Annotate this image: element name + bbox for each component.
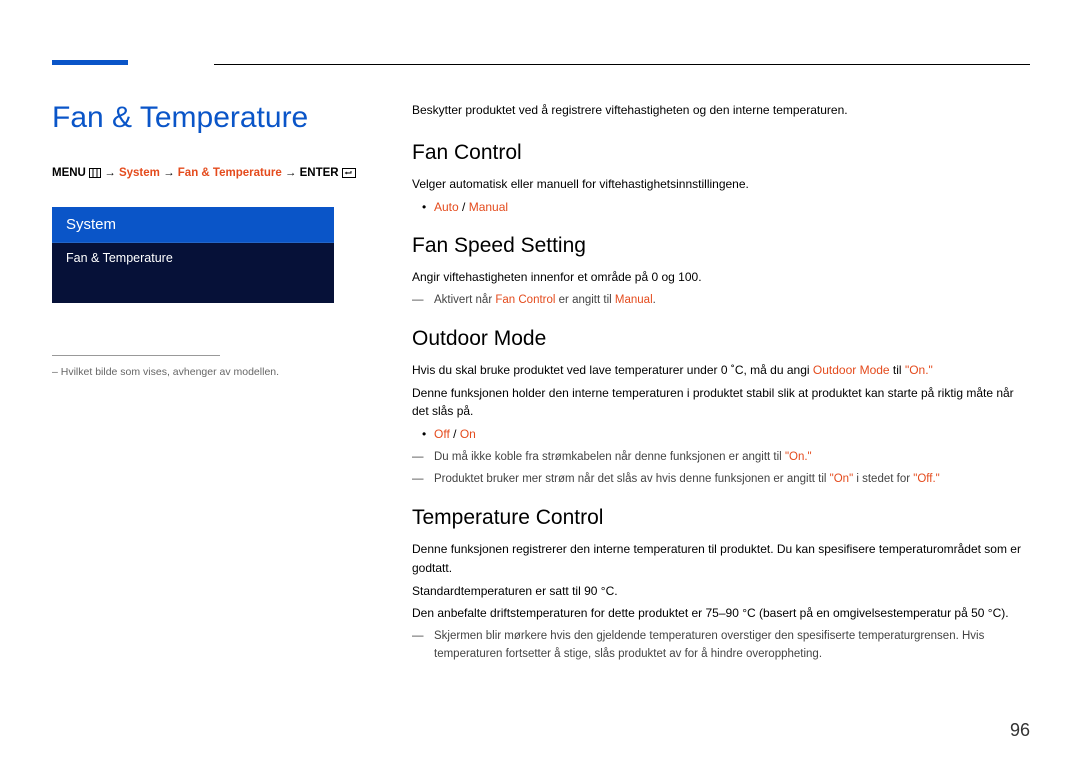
breadcrumb-suffix: ENTER [300, 167, 339, 179]
fan-speed-section: Fan Speed Setting Angir viftehastigheten… [412, 234, 1030, 309]
section-desc: Velger automatisk eller manuell for vift… [412, 175, 1030, 194]
breadcrumb-prefix: MENU [52, 167, 86, 179]
outdoor-mode-section: Outdoor Mode Hvis du skal bruke produkte… [412, 327, 1030, 488]
menu-grid-icon [89, 167, 101, 183]
breadcrumb-part: Fan & Temperature [178, 167, 282, 179]
menu-preview: System Fan & Temperature [52, 207, 334, 303]
temperature-control-section: Temperature Control Denne funksjonen reg… [412, 506, 1030, 663]
option-list: Auto / Manual [434, 198, 1030, 217]
top-rule [214, 64, 1030, 65]
section-desc: Angir viftehastigheten innenfor et områd… [412, 268, 1030, 287]
section-heading: Fan Speed Setting [412, 234, 1030, 258]
menu-empty-row [52, 273, 334, 303]
breadcrumb-part: System [119, 167, 160, 179]
left-column: Fan & Temperature MENU → System → Fan & … [52, 93, 412, 681]
note: Du må ikke koble fra strømkabelen når de… [434, 448, 1030, 466]
menu-item: Fan & Temperature [52, 243, 334, 273]
left-footnote: – Hvilket bilde som vises, avhenger av m… [52, 366, 364, 378]
section-heading: Outdoor Mode [412, 327, 1030, 351]
section-desc: Denne funksjonen holder den interne temp… [412, 384, 1030, 421]
breadcrumb: MENU → System → Fan & Temperature → ENTE… [52, 165, 364, 183]
section-heading: Temperature Control [412, 506, 1030, 530]
menu-header: System [52, 207, 334, 243]
accent-bar [52, 60, 128, 65]
page-number: 96 [1010, 720, 1030, 741]
intro-text: Beskytter produktet ved å registrere vif… [412, 101, 1030, 119]
note: Skjermen blir mørkere hvis den gjeldende… [434, 627, 1030, 664]
fan-control-section: Fan Control Velger automatisk eller manu… [412, 141, 1030, 216]
section-desc: Hvis du skal bruke produktet ved lave te… [412, 361, 1030, 380]
enter-icon [342, 167, 356, 183]
section-desc: Denne funksjonen registrerer den interne… [412, 540, 1030, 577]
note: Produktet bruker mer strøm når det slås … [434, 470, 1030, 488]
section-desc: Den anbefalte driftstemperaturen for det… [412, 604, 1030, 623]
note: Aktivert når Fan Control er angitt til M… [434, 291, 1030, 309]
section-desc: Standardtemperaturen er satt til 90 °C. [412, 582, 1030, 601]
page-title: Fan & Temperature [52, 101, 364, 135]
footnote-rule [52, 355, 220, 356]
option-list: Off / On [434, 425, 1030, 444]
right-column: Beskytter produktet ved å registrere vif… [412, 93, 1030, 681]
section-heading: Fan Control [412, 141, 1030, 165]
